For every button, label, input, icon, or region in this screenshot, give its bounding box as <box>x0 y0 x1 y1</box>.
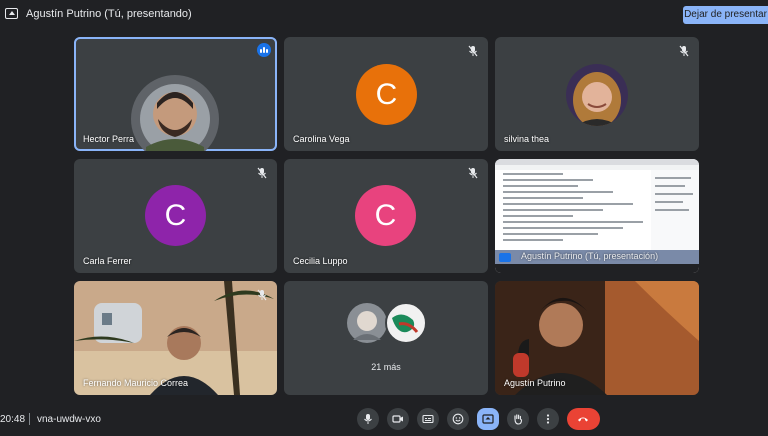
presentation-bar: Agustín Putrino (Tú, presentando) Dejar … <box>0 0 768 30</box>
mic-off-icon <box>468 45 478 57</box>
meeting-controls-bar: 20:48 vna-uwdw-vxo <box>0 400 768 436</box>
participant-name: Carla Ferrer <box>83 256 132 266</box>
clock: 20:48 <box>0 414 26 425</box>
divider <box>29 413 30 425</box>
emoji-button[interactable] <box>447 408 469 430</box>
participant-photo-silvina <box>566 64 628 126</box>
participant-tile-carolina[interactable]: C Carolina Vega <box>284 37 488 151</box>
captions-button[interactable] <box>417 408 439 430</box>
mic-off-icon <box>257 167 267 179</box>
presenting-title: Agustín Putrino (Tú, presentando) <box>26 8 192 20</box>
speaking-indicator-icon <box>257 43 271 57</box>
avatar: C <box>356 64 417 125</box>
participant-tile-agustin[interactable]: Agustín Putrino <box>495 281 699 395</box>
avatar: C <box>355 185 416 246</box>
hang-up-icon <box>578 417 588 422</box>
present-icon <box>482 414 494 424</box>
meeting-code: vna-uwdw-vxo <box>37 414 101 425</box>
camera-icon <box>392 415 403 423</box>
participant-name: Hector Perra <box>83 134 135 144</box>
mic-off-icon <box>468 167 478 179</box>
more-participants-label: 21 más <box>371 362 401 372</box>
raise-hand-button[interactable] <box>507 408 529 430</box>
more-options-icon <box>546 414 550 424</box>
mic-off-icon <box>257 289 267 301</box>
participant-name: Agustín Putrino (Tú, presentación) <box>521 251 659 261</box>
participant-name: Cecilia Luppo <box>293 256 348 266</box>
more-options-button[interactable] <box>537 408 559 430</box>
participant-name: Fernando Mauricio Correa <box>83 378 189 388</box>
camera-button[interactable] <box>387 408 409 430</box>
participant-tile-carla[interactable]: C Carla Ferrer <box>74 159 277 273</box>
participant-tile-cecilia[interactable]: C Cecilia Luppo <box>284 159 488 273</box>
emoji-icon <box>452 413 464 425</box>
raise-hand-icon <box>514 414 523 425</box>
mic-icon <box>364 414 372 424</box>
captions-icon <box>422 414 434 424</box>
more-participants-tile[interactable]: 21 más <box>284 281 488 395</box>
stop-presenting-button[interactable]: Dejar de presentar <box>683 6 768 24</box>
participant-name: silvina thea <box>504 134 550 144</box>
present-button[interactable] <box>477 408 499 430</box>
participant-tile-fernando[interactable]: Fernando Mauricio Correa <box>74 281 277 395</box>
participant-tile-silvina[interactable]: silvina thea <box>495 37 699 151</box>
participant-name: Agustín Putrino <box>504 378 566 388</box>
mic-off-icon <box>679 45 689 57</box>
participant-tile-hector[interactable]: Hector Perra <box>74 37 277 151</box>
participant-name: Carolina Vega <box>293 134 350 144</box>
present-screen-icon <box>5 8 18 19</box>
hang-up-button[interactable] <box>567 408 600 430</box>
more-participants-avatars <box>347 302 427 344</box>
screen-share-tile[interactable]: Agustín Putrino (Tú, presentación) <box>495 159 699 273</box>
avatar: C <box>145 185 206 246</box>
mic-button[interactable] <box>357 408 379 430</box>
